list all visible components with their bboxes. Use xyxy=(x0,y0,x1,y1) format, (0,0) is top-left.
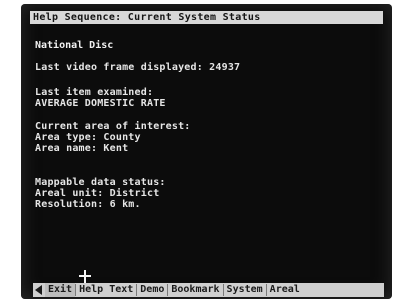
title-bar: Help Sequence: Current System Status xyxy=(30,11,383,24)
menu-bar: Exit Help Text Demo Bookmark System Area… xyxy=(33,283,384,297)
last-item-value: AVERAGE DOMESTIC RATE xyxy=(35,98,166,109)
menu-help-text[interactable]: Help Text xyxy=(76,283,136,297)
area-name: Area name: Kent xyxy=(35,143,129,154)
left-arrow-icon[interactable] xyxy=(33,283,45,297)
disc-name: National Disc xyxy=(35,40,114,51)
menu-demo[interactable]: Demo xyxy=(137,283,167,297)
menu-areal[interactable]: Areal xyxy=(267,283,303,297)
frame-status: Last video frame displayed: 24937 xyxy=(35,62,241,73)
crosshair-cursor-icon xyxy=(79,270,91,284)
menu-exit[interactable]: Exit xyxy=(45,283,76,297)
crt-screen: Help Sequence: Current System Status Nat… xyxy=(21,4,392,299)
menu-system[interactable]: System xyxy=(224,283,266,297)
menu-bookmark[interactable]: Bookmark xyxy=(168,283,222,297)
resolution: Resolution: 6 km. xyxy=(35,199,141,210)
